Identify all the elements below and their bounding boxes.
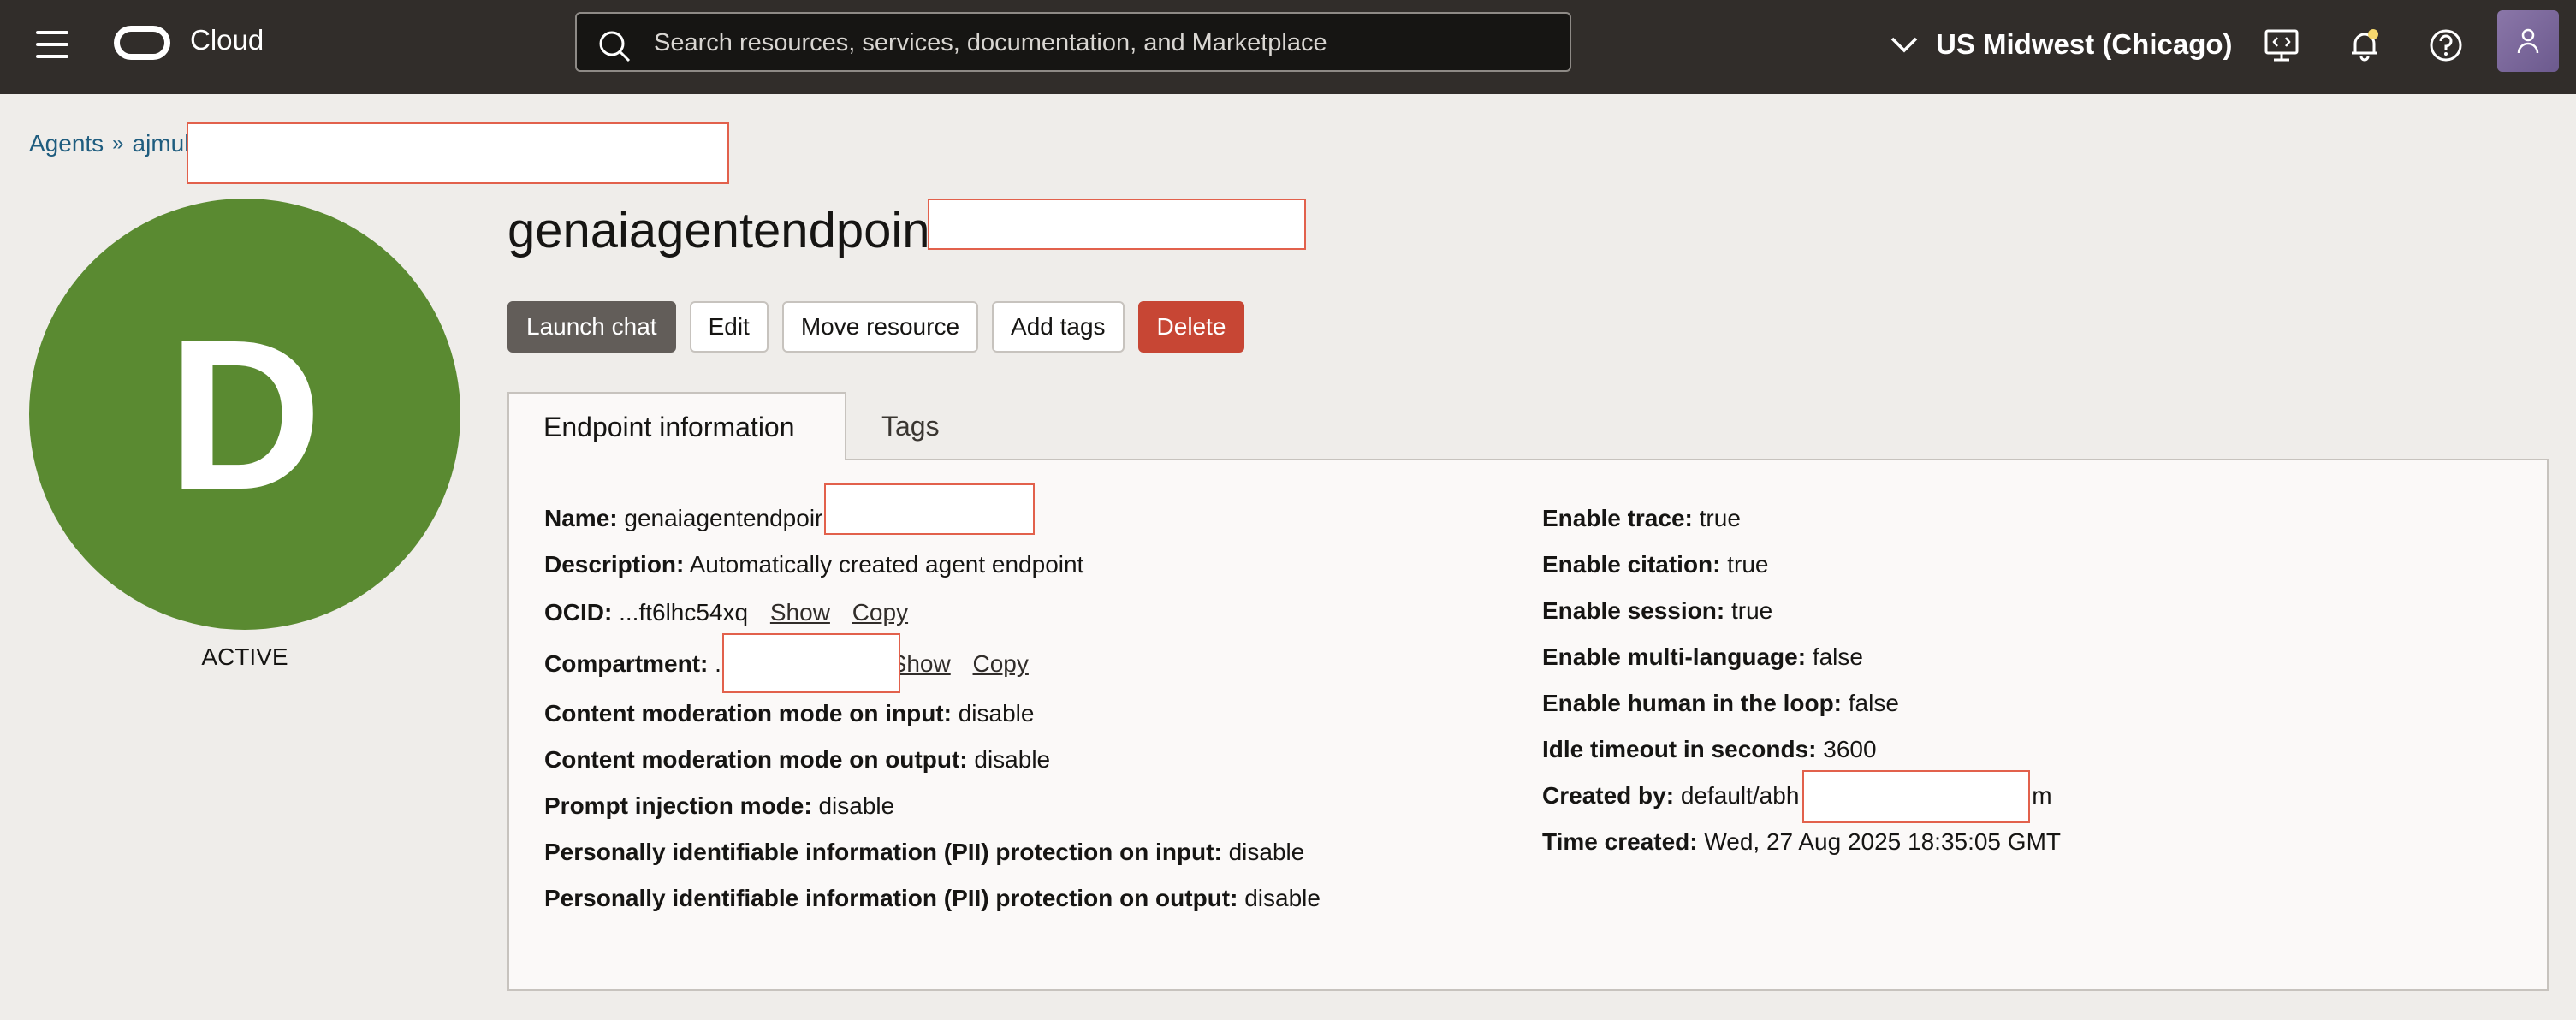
notifications-bell-icon[interactable] [2345,26,2384,65]
content-moderation-input-row: Content moderation mode on input: disabl… [544,700,1034,727]
resource-avatar: D [29,199,460,630]
region-selector[interactable]: US Midwest (Chicago) [1890,26,2233,63]
search-icon [599,31,631,62]
multilang-label: Enable multi-language: [1542,643,1807,670]
move-resource-button[interactable]: Move resource [781,301,979,353]
ocid-show-link[interactable]: Show [770,599,830,626]
compartment-value: . [715,650,721,677]
ocid-row: OCID: ...ft6lhc54xq Show Copy [544,599,908,626]
delete-button[interactable]: Delete [1137,301,1245,353]
description-row: Description: Automatically created agent… [544,551,1083,578]
hitl-value: false [1848,690,1899,716]
enable-session-row: Enable session: true [1542,597,1772,625]
tab-endpoint-information[interactable]: Endpoint information [507,392,846,460]
enable-multi-language-row: Enable multi-language: false [1542,643,1863,671]
time-created-row: Time created: Wed, 27 Aug 2025 18:35:05 … [1542,828,2061,856]
ocid-copy-link[interactable]: Copy [852,599,908,626]
cm-input-label: Content moderation mode on input: [544,700,952,726]
tab-tags[interactable]: Tags [847,392,974,460]
idle-value: 3600 [1823,736,1877,762]
chevron-down-icon [1890,37,1918,53]
brand-label[interactable]: Cloud [190,24,264,56]
redaction-box [1802,770,2030,823]
session-label: Enable session: [1542,597,1725,624]
user-icon [2517,28,2539,54]
edit-button[interactable]: Edit [689,301,769,353]
enable-citation-row: Enable citation: true [1542,551,1769,578]
top-navigation-bar: Cloud US Midwest (Chicago) [0,0,2576,94]
time-created-label: Time created: [1542,828,1698,855]
compartment-copy-link[interactable]: Copy [973,650,1029,677]
prompt-injection-row: Prompt injection mode: disable [544,792,894,820]
redaction-box [187,122,729,184]
enable-trace-row: Enable trace: true [1542,505,1741,532]
citation-value: true [1727,551,1769,578]
content-moderation-output-row: Content moderation mode on output: disab… [544,746,1050,774]
idle-label: Idle timeout in seconds: [1542,736,1817,762]
user-avatar[interactable] [2497,10,2559,72]
citation-label: Enable citation: [1542,551,1721,578]
help-icon[interactable] [2426,26,2466,65]
redaction-box [824,483,1035,535]
pii-output-label: Personally identifiable information (PII… [544,885,1238,911]
menu-icon[interactable] [36,31,68,58]
redaction-box [722,633,900,693]
redaction-box [928,199,1306,250]
launch-chat-button[interactable]: Launch chat [507,301,676,353]
trace-label: Enable trace: [1542,505,1693,531]
prompt-injection-value: disable [818,792,895,819]
created-by-suffix: m [2032,782,2052,809]
created-by-value: default/abh [1680,782,1800,809]
description-value: Automatically created agent endpoint [689,551,1084,578]
breadcrumb: Agents » ajmul [29,130,189,157]
session-value: true [1730,597,1773,624]
enable-human-in-loop-row: Enable human in the loop: false [1542,690,1899,717]
region-label: US Midwest (Chicago) [1936,28,2233,60]
ocid-value: ...ft6lhc54xq [619,599,749,626]
multilang-value: false [1812,643,1863,670]
oracle-logo-icon[interactable] [114,26,170,60]
breadcrumb-separator-icon: » [112,132,124,155]
action-toolbar: Launch chat Edit Move resource Add tags … [507,301,1258,353]
pii-output-row: Personally identifiable information (PII… [544,885,1321,912]
breadcrumb-agents-link[interactable]: Agents [29,130,104,157]
compartment-label: Compartment: [544,650,709,677]
search-bar[interactable] [575,12,1571,72]
pii-input-label: Personally identifiable information (PII… [544,839,1222,865]
add-tags-button[interactable]: Add tags [992,301,1125,353]
trace-value: true [1699,505,1741,531]
cm-output-value: disable [974,746,1051,773]
description-label: Description: [544,551,685,578]
name-value: genaiagentendpoir [624,505,823,531]
pii-input-value: disable [1228,839,1305,865]
pii-input-row: Personally identifiable information (PII… [544,839,1304,866]
hitl-label: Enable human in the loop: [1542,690,1842,716]
ocid-label: OCID: [544,599,613,626]
name-label: Name: [544,505,618,531]
breadcrumb-agent-link[interactable]: ajmul [133,130,190,157]
cm-input-value: disable [958,700,1035,726]
developer-tools-icon[interactable] [2262,26,2301,65]
search-input[interactable] [652,21,1546,65]
created-by-label: Created by: [1542,782,1675,809]
idle-timeout-row: Idle timeout in seconds: 3600 [1542,736,1877,763]
cm-output-label: Content moderation mode on output: [544,746,968,773]
time-created-value: Wed, 27 Aug 2025 18:35:05 GMT [1704,828,2061,855]
name-row: Name: genaiagentendpoir [544,505,822,532]
page-title: genaiagentendpoint [507,203,944,258]
pii-output-value: disable [1244,885,1321,911]
prompt-injection-label: Prompt injection mode: [544,792,812,819]
status-label: ACTIVE [201,643,288,670]
